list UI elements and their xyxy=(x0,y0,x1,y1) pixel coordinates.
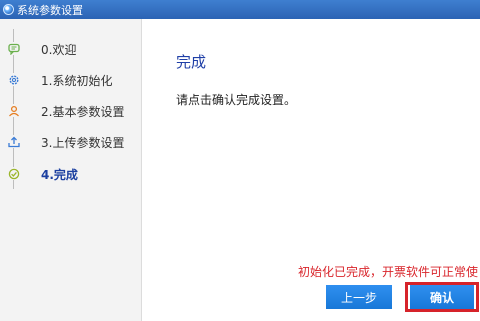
step-basic-params: 2.基本参数设置 xyxy=(0,101,142,121)
step-upload-params: 3.上传参数设置 xyxy=(0,132,142,152)
step-label: 1.系统初始化 xyxy=(41,74,113,88)
app-logo-icon xyxy=(3,4,14,15)
title-bar: 系统参数设置 xyxy=(0,0,480,19)
step-label: 0.欢迎 xyxy=(41,43,77,57)
gear-icon xyxy=(7,73,20,86)
step-welcome: 0.欢迎 xyxy=(0,39,142,59)
page-title: 完成 xyxy=(176,53,207,71)
window-title: 系统参数设置 xyxy=(17,3,83,17)
previous-button[interactable]: 上一步 xyxy=(326,285,392,309)
completion-notice: 初始化已完成，开票软件可正常使 xyxy=(298,265,479,279)
chat-icon xyxy=(7,42,20,55)
steps-sidebar: 0.欢迎 1.系统初始化 2.基本参数设置 3.上传参数设置 4.完成 xyxy=(0,19,142,321)
confirm-button[interactable]: 确认 xyxy=(410,285,474,309)
step-label: 3.上传参数设置 xyxy=(41,136,125,150)
person-icon xyxy=(7,104,20,117)
step-system-init: 1.系统初始化 xyxy=(0,70,142,90)
step-label: 4.完成 xyxy=(41,168,78,182)
step-complete: 4.完成 xyxy=(0,164,142,184)
instruction-text: 请点击确认完成设置。 xyxy=(176,93,297,107)
check-icon xyxy=(7,167,20,180)
confirm-highlight-box: 确认 xyxy=(405,282,479,312)
upload-icon xyxy=(7,135,20,148)
step-label: 2.基本参数设置 xyxy=(41,105,125,119)
